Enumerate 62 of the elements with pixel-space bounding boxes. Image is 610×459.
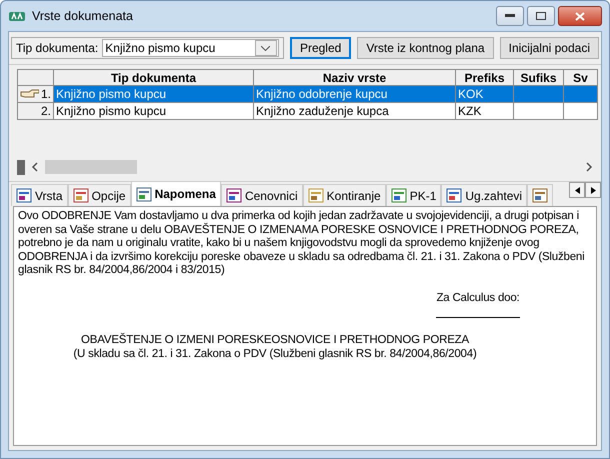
close-icon (575, 12, 585, 20)
chevron-down-icon (261, 46, 270, 50)
tab[interactable]: Vrsta (11, 184, 68, 206)
maximize-icon (536, 12, 546, 20)
chevron-left-icon (31, 162, 39, 172)
table-cell (514, 103, 564, 120)
pointing-hand-icon (20, 89, 39, 99)
row-header[interactable]: 1. (17, 86, 54, 103)
tab[interactable] (527, 184, 554, 206)
table-cell (564, 86, 598, 103)
triangle-right-icon (590, 186, 596, 194)
maximize-button[interactable] (527, 6, 555, 26)
document-type-dropdown[interactable]: Knjižno pismo kupcu (102, 39, 279, 57)
table-cell: Knjižno odobrenje kupcu (254, 86, 456, 103)
toolbar-button[interactable]: Pregled (290, 37, 352, 59)
triangle-left-icon (574, 186, 580, 194)
column-header[interactable]: Sv (564, 69, 598, 86)
tab-icon (72, 188, 89, 203)
tab-icon (136, 186, 152, 202)
filter-label: Tip dokumenta: (16, 41, 98, 55)
note-editor[interactable] (13, 206, 597, 446)
note-subheading: (U skladu sa čl. 21. i 31. Zakona o PDV (Službeni glasnik RS br. 84/2004,86/2004) (72, 348, 478, 361)
tab[interactable]: Opcije (68, 184, 131, 206)
column-header[interactable]: Tip dokumenta (54, 69, 254, 86)
app-logo-icon (8, 9, 26, 23)
table-cell: KZK (456, 103, 514, 120)
scrollbar-thumb[interactable] (45, 160, 137, 174)
tab[interactable]: PK-1 (386, 184, 442, 206)
column-header[interactable]: Sufiks (514, 69, 564, 86)
tab-icon (16, 188, 32, 203)
tab-icon (532, 188, 548, 203)
tab-icon (390, 188, 407, 203)
window-title: Vrste dokumenata (32, 9, 134, 23)
note-paragraph: Ovo ODOBRENJE Vam dostavljamo u dva primerka od kojih jedan zadržavate u svojojevidenciji, a drugi potpisan i overen sa Vaše strane u delu OBAVEŠTENJE O IZMENAMA PORESKE OSNOVICE I PRETHODNOG POREZA, potrebno je da nam u originalu vratite, kako bi u našem knjigovodstvu mogli da sprovedemo knjiženje ovog ODOBRENJA i da izvršimo korekciju poreske obaveze u skladu sa odredbama čl. 21. i 31. Zakona o PDV (Službeni glasnik RS br. 84/2004,86/2004 i 83/2015) (18, 210, 586, 278)
minimize-button[interactable] (496, 6, 524, 26)
tab[interactable]: Cenovnici (220, 184, 303, 206)
table-cell (564, 103, 598, 120)
tab[interactable]: Kontiranje (302, 184, 386, 206)
table-cell: KOK (456, 86, 514, 103)
tab-scroll-right-button[interactable] (585, 182, 601, 198)
column-header[interactable]: Prefiks (456, 69, 514, 86)
row-header[interactable]: 2. (17, 103, 54, 120)
tab[interactable]: Ug.zahtevi (441, 184, 528, 206)
tab-icon (226, 188, 242, 203)
table-cell: Knjižno pismo kupcu (54, 86, 254, 103)
tab[interactable]: Napomena (130, 181, 221, 206)
toolbar-button[interactable]: Inicijalni podaci (500, 37, 599, 59)
table-corner (17, 69, 54, 86)
column-header[interactable]: Naziv vrste (254, 69, 456, 86)
close-button[interactable] (558, 6, 602, 26)
row-indicator (17, 160, 25, 174)
table-cell: Knjižno zaduženje kupca (254, 103, 456, 120)
signature-label: Za Calculus doo: (436, 292, 520, 305)
table-cell (514, 86, 564, 103)
tab-scroll-left-button[interactable] (569, 182, 585, 198)
minimize-icon (505, 14, 515, 18)
tab-icon (308, 188, 324, 203)
table-cell: Knjižno pismo kupcu (54, 103, 254, 120)
tab-icon (446, 188, 462, 203)
toolbar-button[interactable]: Vrste iz kontnog plana (357, 37, 494, 59)
note-heading: OBAVEŠTENJE O IZMENI PORESKEOSNOVICE I PRETHODNOG POREZA (80, 334, 470, 348)
chevron-right-icon (585, 162, 593, 172)
